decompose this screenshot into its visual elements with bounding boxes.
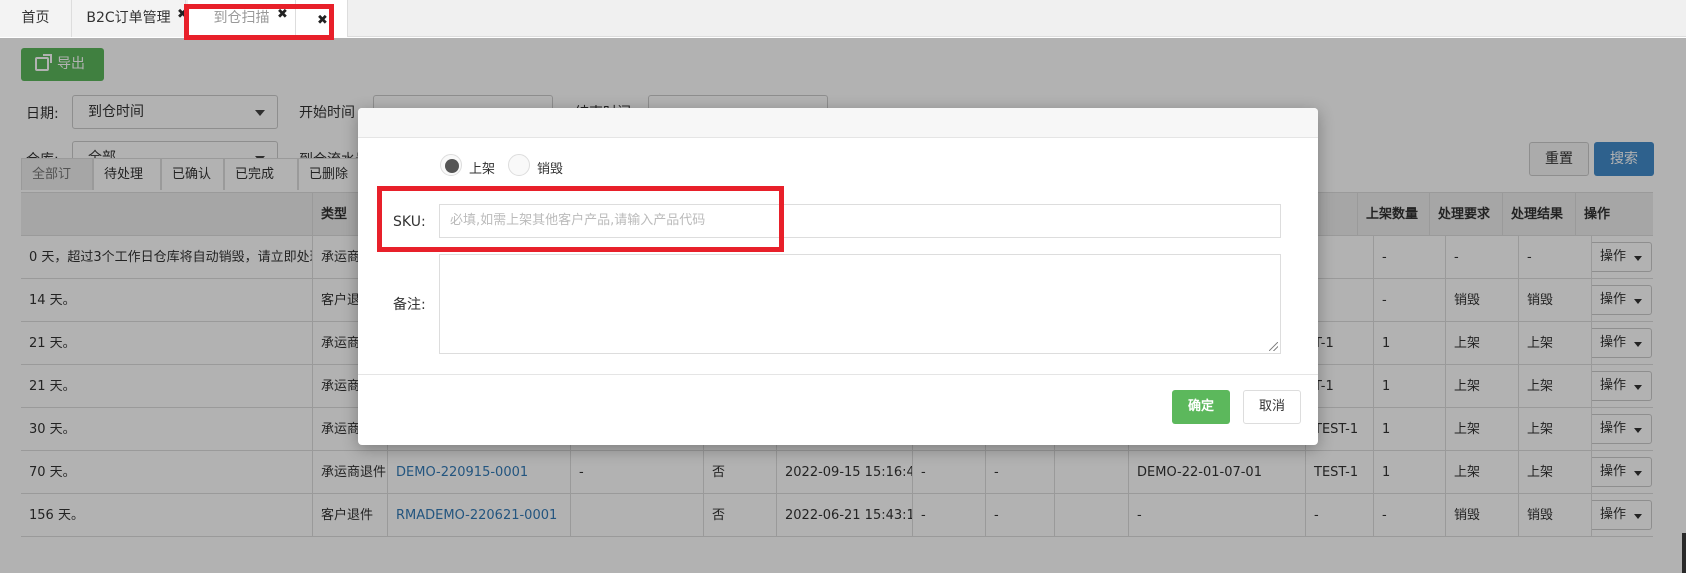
confirm-button[interactable]: 确定 xyxy=(1172,390,1230,424)
tab-home[interactable]: 首页 xyxy=(0,0,72,37)
scrollbar-thumb[interactable] xyxy=(1682,533,1686,573)
resize-handle-icon[interactable] xyxy=(1269,342,1278,351)
shelve-dialog: 上架 销毁 SKU: 必填,如需上架其他客户产品,请输入产品代码 备注: 确定 … xyxy=(358,108,1318,445)
confirm-label: 确定 xyxy=(1187,399,1214,414)
cancel-label: 取消 xyxy=(1258,399,1285,414)
tab-b2c-orders[interactable]: B2C订单管理 xyxy=(72,0,186,37)
dialog-header xyxy=(358,108,1318,138)
highlight-box-sku xyxy=(377,186,784,252)
cancel-button[interactable]: 取消 xyxy=(1243,390,1301,424)
radio-destroy-label: 销毁 xyxy=(537,162,564,177)
tab-label: 首页 xyxy=(21,10,50,26)
dialog-footer-divider xyxy=(358,374,1318,375)
radio-shelve-label: 上架 xyxy=(469,162,496,177)
highlight-box-tab xyxy=(184,4,334,40)
tab-label: B2C订单管理 xyxy=(86,10,171,26)
radio-destroy[interactable] xyxy=(508,154,530,176)
radio-shelve[interactable] xyxy=(440,154,462,176)
remark-textarea[interactable] xyxy=(439,254,1281,354)
remark-label: 备注: xyxy=(393,297,426,313)
